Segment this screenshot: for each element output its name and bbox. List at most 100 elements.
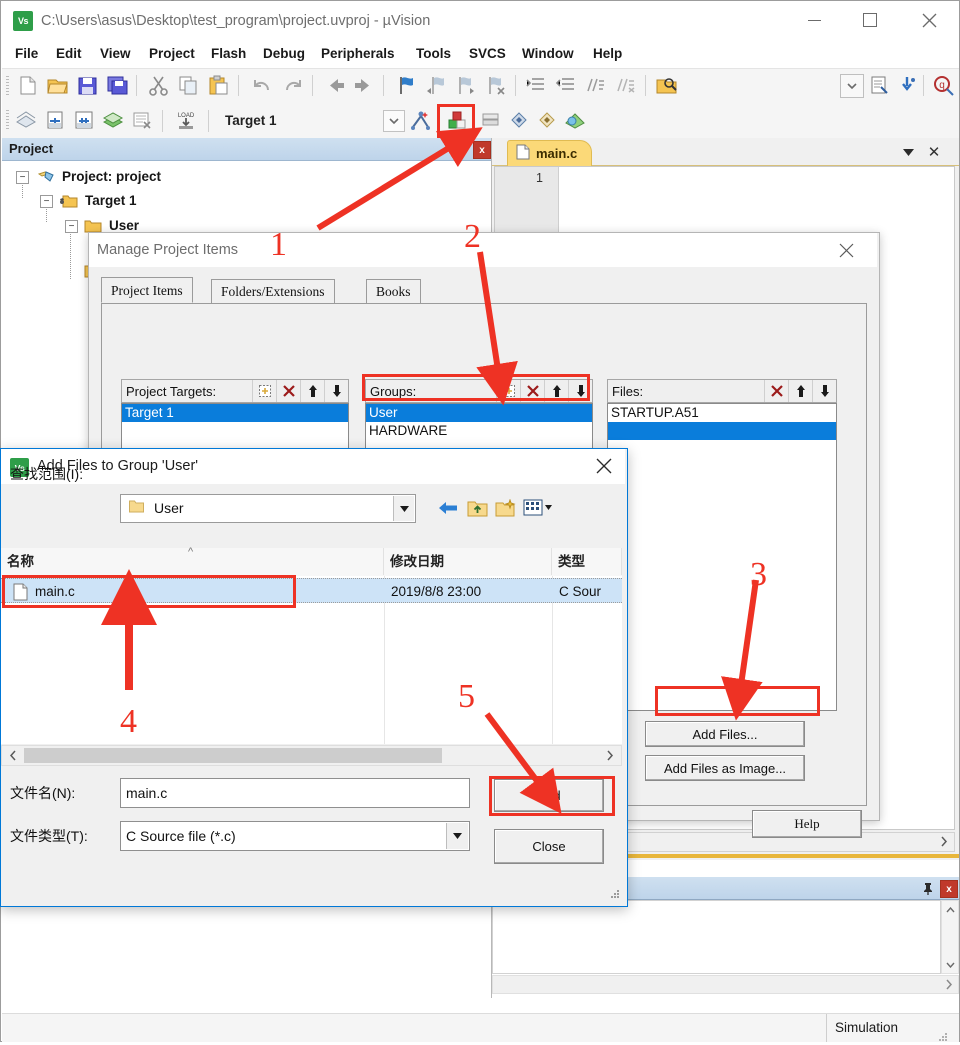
- translate-icon[interactable]: [14, 109, 38, 132]
- bookmark-next-icon[interactable]: [454, 74, 477, 97]
- scroll-right-icon[interactable]: [602, 748, 618, 763]
- save-all-icon[interactable]: [106, 74, 129, 97]
- list-item-hardware[interactable]: HARDWARE: [366, 422, 592, 440]
- tab-project-items[interactable]: Project Items: [101, 277, 193, 303]
- save-icon[interactable]: [76, 74, 99, 97]
- menu-view[interactable]: View: [98, 40, 133, 68]
- tab-close-icon[interactable]: ✕: [924, 142, 944, 162]
- add-files-dialog-close-icon[interactable]: [587, 453, 621, 479]
- menu-help[interactable]: Help: [591, 40, 624, 68]
- delete-icon[interactable]: [276, 380, 300, 402]
- tree-expander-icon[interactable]: −: [65, 220, 78, 233]
- copy-icon[interactable]: [177, 74, 200, 97]
- file-list-horizontal-scrollbar[interactable]: [1, 745, 622, 766]
- up-folder-icon[interactable]: [465, 496, 489, 520]
- uncomment-icon[interactable]: [614, 74, 637, 97]
- filetype-chevron-down-icon[interactable]: [446, 823, 468, 849]
- delete-icon[interactable]: [764, 380, 788, 402]
- new-folder-icon[interactable]: [494, 496, 518, 520]
- filename-input[interactable]: main.c: [120, 778, 470, 808]
- menu-window[interactable]: Window: [520, 40, 576, 68]
- tab-books[interactable]: Books: [366, 279, 421, 303]
- tab-list-chevron-down-icon[interactable]: [898, 142, 918, 162]
- menu-flash[interactable]: Flash: [209, 40, 248, 68]
- diamond-blue-icon[interactable]: [507, 109, 531, 132]
- list-item-startup-a51[interactable]: STARTUP.A51: [608, 404, 836, 422]
- indent-icon[interactable]: [524, 74, 547, 97]
- move-up-icon[interactable]: [788, 380, 812, 402]
- lookin-combo[interactable]: User: [120, 494, 416, 523]
- bookmark-prev-icon[interactable]: [424, 74, 447, 97]
- window-maximize-button[interactable]: [847, 1, 893, 39]
- list-item-user[interactable]: User: [366, 404, 592, 422]
- bookmark-icon[interactable]: [394, 74, 417, 97]
- build-output-close-button[interactable]: x: [940, 880, 958, 898]
- move-down-icon[interactable]: [812, 380, 836, 402]
- back-icon[interactable]: [436, 496, 460, 520]
- close-button[interactable]: Close: [494, 829, 604, 864]
- target-combo-value[interactable]: Target 1: [225, 111, 277, 131]
- tab-main-c[interactable]: main.c: [507, 140, 593, 166]
- new-file-icon[interactable]: [16, 74, 39, 97]
- build-output-text[interactable]: [492, 900, 941, 974]
- redo-icon[interactable]: [281, 74, 304, 97]
- paste-icon[interactable]: [207, 74, 230, 97]
- toolbar-grip[interactable]: [6, 110, 9, 129]
- tab-folders-extensions[interactable]: Folders/Extensions: [211, 279, 335, 303]
- help-search-icon[interactable]: q: [932, 74, 955, 97]
- navigate-forward-icon[interactable]: [352, 74, 375, 97]
- pin-icon[interactable]: [920, 880, 936, 896]
- lookin-chevron-down-icon[interactable]: [393, 496, 414, 521]
- find-in-files-icon[interactable]: [655, 74, 678, 97]
- diamond-yellow-icon[interactable]: [535, 109, 559, 132]
- load-icon[interactable]: LOAD: [174, 109, 198, 132]
- window-close-icon[interactable]: [906, 1, 952, 39]
- undo-icon[interactable]: [251, 74, 274, 97]
- configure-target-icon[interactable]: [563, 109, 587, 132]
- list-item-target1[interactable]: Target 1: [122, 404, 348, 422]
- toolbar-overflow-chevron-icon[interactable]: [840, 74, 864, 98]
- menu-edit[interactable]: Edit: [54, 40, 84, 68]
- menu-debug[interactable]: Debug: [261, 40, 307, 68]
- move-down-icon[interactable]: [324, 380, 348, 402]
- cut-icon[interactable]: [147, 74, 170, 97]
- filetype-combo[interactable]: C Source file (*.c): [120, 821, 470, 851]
- pin-icon[interactable]: [453, 141, 469, 157]
- window-minimize-button[interactable]: [791, 1, 837, 39]
- menu-peripherals[interactable]: Peripherals: [319, 40, 397, 68]
- view-mode-icon[interactable]: [522, 496, 554, 520]
- scroll-up-icon[interactable]: [944, 903, 957, 916]
- build-icon[interactable]: [43, 109, 67, 132]
- list-item-empty[interactable]: [608, 422, 836, 440]
- build-output-horizontal-scrollbar[interactable]: [492, 975, 959, 994]
- batch-build-icon[interactable]: [101, 109, 125, 132]
- scroll-left-icon[interactable]: [5, 748, 21, 763]
- manage-run-time-environment-icon[interactable]: [409, 109, 433, 132]
- download-icon[interactable]: [896, 74, 919, 97]
- build-output-vertical-scrollbar[interactable]: [941, 900, 959, 974]
- target-combo-chevron-down-icon[interactable]: [383, 110, 405, 132]
- scroll-down-icon[interactable]: [944, 958, 957, 971]
- configuration-wizard-icon[interactable]: [868, 74, 891, 97]
- scrollbar-thumb[interactable]: [24, 748, 442, 763]
- toolbar-grip[interactable]: [6, 76, 9, 95]
- menu-file[interactable]: File: [13, 40, 40, 68]
- menu-svcs[interactable]: SVCS: [467, 40, 508, 68]
- menu-project[interactable]: Project: [147, 40, 197, 68]
- project-panel-close-button[interactable]: x: [473, 141, 491, 159]
- files-list[interactable]: STARTUP.A51: [607, 403, 837, 711]
- manage-dialog-close-icon[interactable]: [828, 237, 864, 263]
- menu-tools[interactable]: Tools: [414, 40, 453, 68]
- help-button[interactable]: Help: [752, 810, 862, 838]
- bookmark-clear-icon[interactable]: [484, 74, 507, 97]
- column-header-modified[interactable]: 修改日期: [384, 548, 552, 575]
- outdent-icon[interactable]: [554, 74, 577, 97]
- stop-build-icon[interactable]: [130, 109, 154, 132]
- dialog-resize-grip[interactable]: [609, 888, 620, 899]
- resize-grip[interactable]: [938, 1030, 948, 1041]
- add-files-button[interactable]: Add Files...: [645, 721, 805, 747]
- scroll-right-icon[interactable]: [945, 978, 953, 993]
- new-icon[interactable]: [252, 380, 276, 402]
- add-files-as-image-button[interactable]: Add Files as Image...: [645, 755, 805, 781]
- rebuild-icon[interactable]: [72, 109, 96, 132]
